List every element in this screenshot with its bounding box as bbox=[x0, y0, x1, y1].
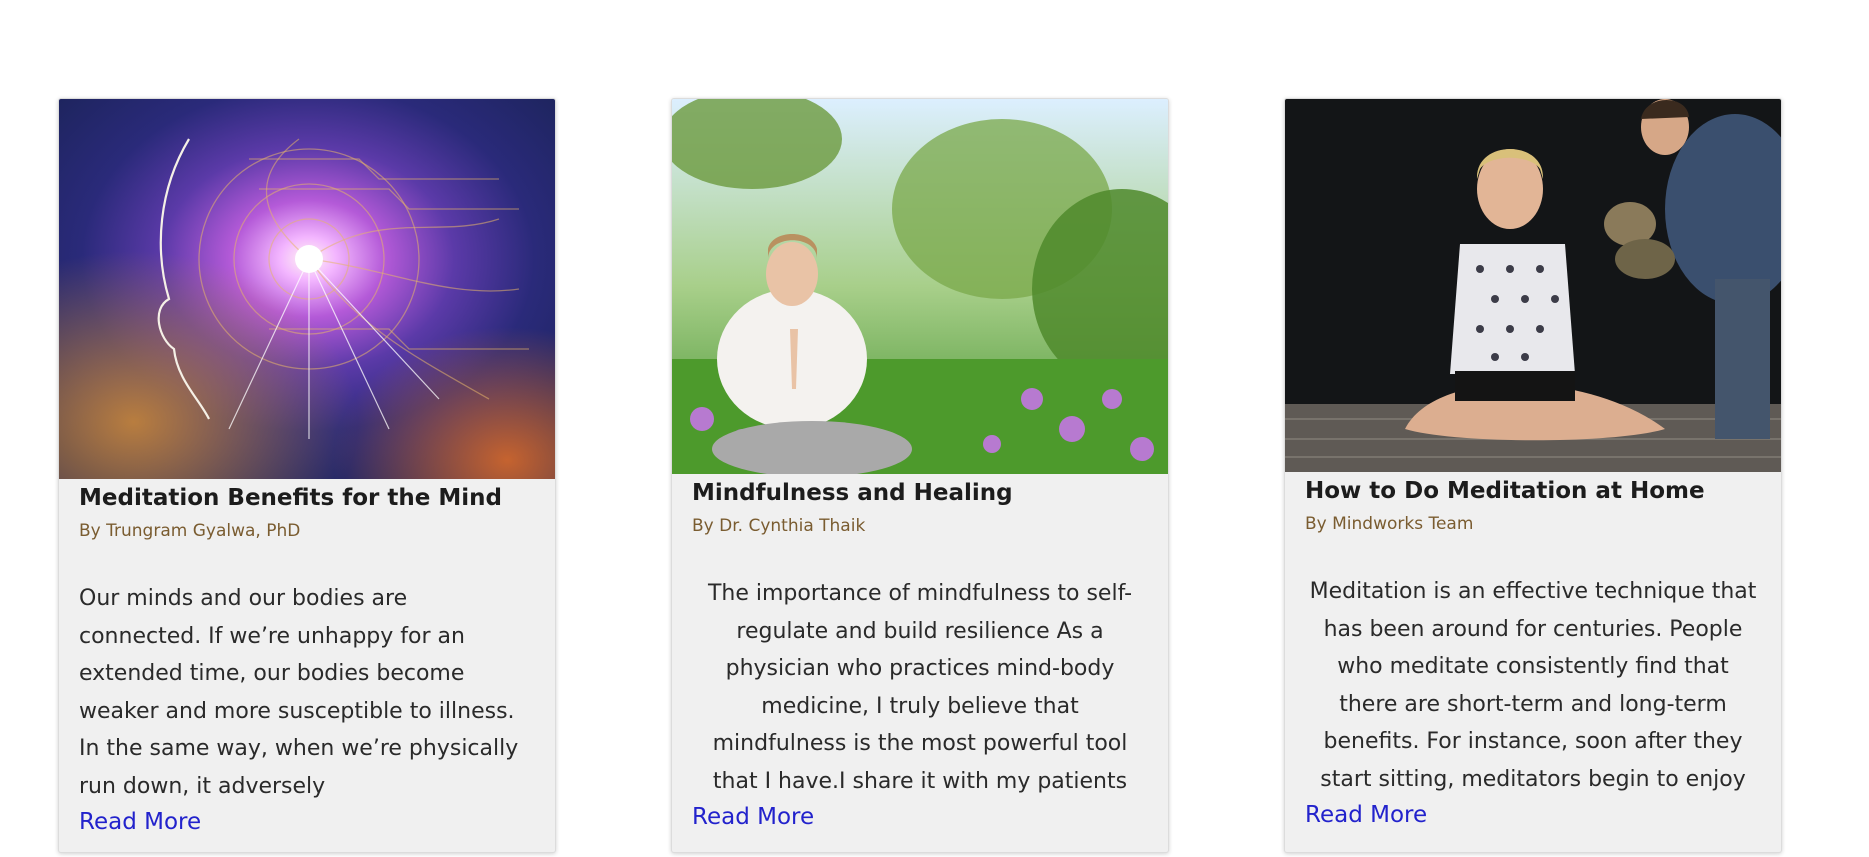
article-title: How to Do Meditation at Home bbox=[1305, 478, 1705, 504]
woman-meditating-in-meadow-image bbox=[672, 99, 1168, 474]
article-title: Meditation Benefits for the Mind bbox=[79, 485, 502, 511]
article-card: How to Do Meditation at Home By Mindwork… bbox=[1284, 98, 1782, 853]
article-author: By Dr. Cynthia Thaik bbox=[692, 516, 866, 536]
article-title: Mindfulness and Healing bbox=[692, 480, 1013, 506]
article-cards-grid: Meditation Benefits for the Mind By Trun… bbox=[0, 0, 1869, 857]
read-more-link[interactable]: Read More bbox=[1305, 800, 1427, 830]
article-author: By Mindworks Team bbox=[1305, 514, 1474, 534]
cosmic-mind-spiral-image bbox=[59, 99, 555, 479]
article-author: By Trungram Gyalwa, PhD bbox=[79, 521, 301, 541]
read-more-link[interactable]: Read More bbox=[692, 802, 814, 832]
article-excerpt: Meditation is an effective technique tha… bbox=[1309, 579, 1757, 792]
pregnant-woman-meditating-at-home-image bbox=[1285, 99, 1781, 472]
article-excerpt: Our minds and our bodies are connected. … bbox=[79, 586, 519, 799]
article-excerpt: The importance of mindfulness to self-re… bbox=[707, 581, 1133, 794]
article-card: Meditation Benefits for the Mind By Trun… bbox=[58, 98, 556, 853]
article-card: Mindfulness and Healing By Dr. Cynthia T… bbox=[671, 98, 1169, 853]
read-more-link[interactable]: Read More bbox=[79, 807, 201, 837]
